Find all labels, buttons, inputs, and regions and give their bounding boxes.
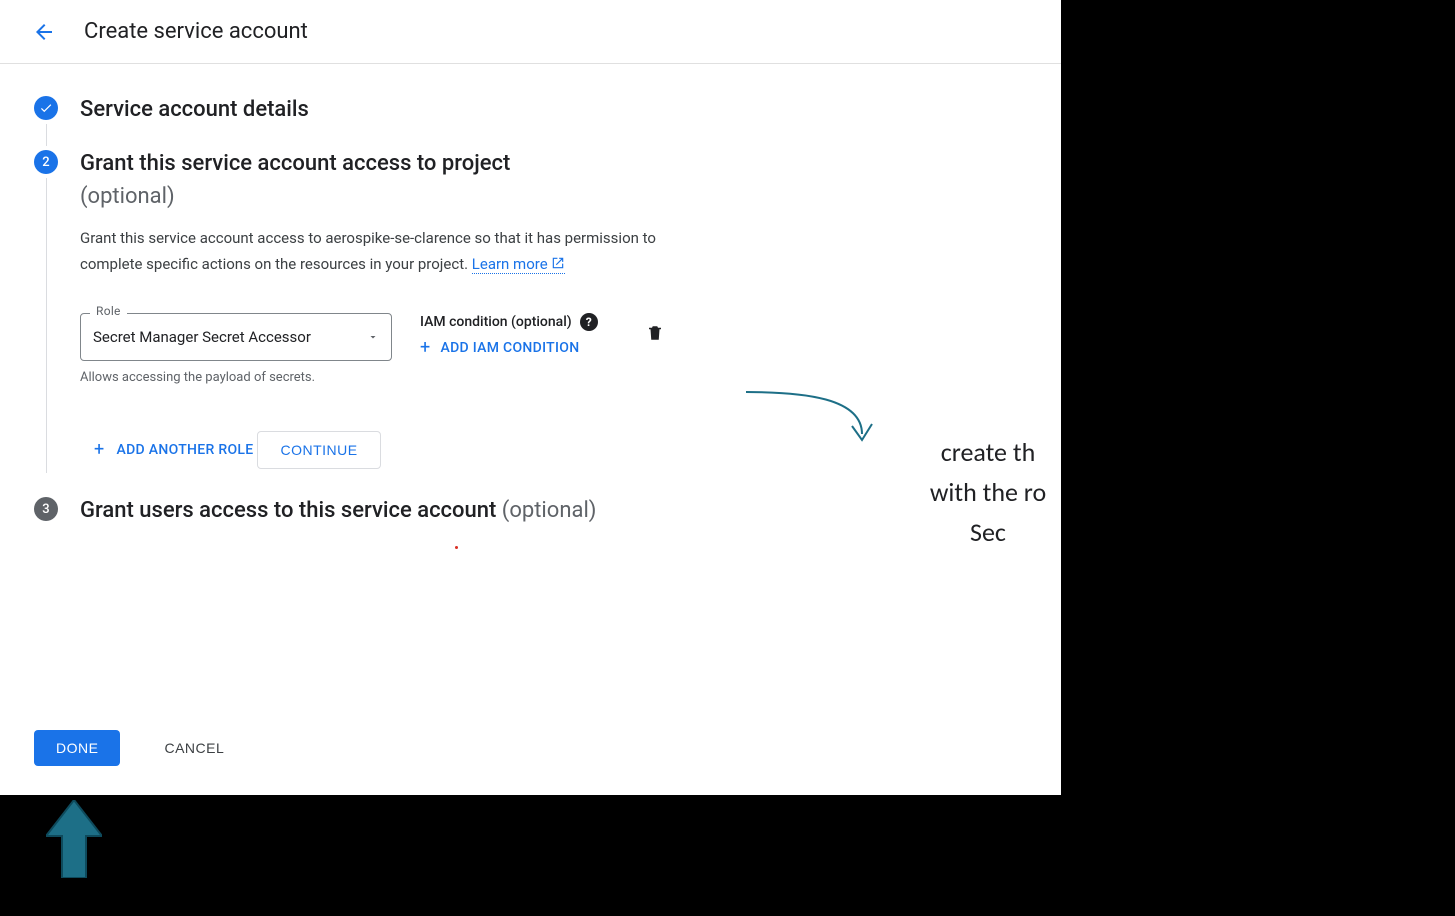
role-select[interactable]: Role Secret Manager Secret Accessor: [80, 313, 392, 361]
done-button[interactable]: DONE: [34, 730, 120, 766]
step-3-badge: 3: [34, 497, 58, 521]
step-2-title: Grant this service account access to pro…: [80, 150, 1027, 178]
step-3-grant-users-access[interactable]: 3 Grant users access to this service acc…: [34, 497, 1027, 533]
laser-pointer-dot: [455, 546, 458, 549]
chevron-down-icon: [367, 328, 379, 347]
continue-button[interactable]: CONTINUE: [257, 431, 380, 469]
step-2-optional-label: (optional): [80, 184, 1027, 209]
annotation-text: create th with the ro Sec: [908, 432, 1068, 552]
page-header: Create service account: [0, 0, 1061, 64]
step-3-title: Grant users access to this service accou…: [80, 497, 1027, 525]
cancel-button[interactable]: CANCEL: [164, 740, 224, 756]
plus-icon: +: [94, 441, 105, 459]
step-1-service-account-details[interactable]: Service account details: [34, 96, 1027, 150]
step-2-badge: 2: [34, 150, 58, 174]
step-2-description: Grant this service account access to aer…: [80, 225, 700, 277]
role-field-label: Role: [90, 304, 127, 318]
role-selected-value: Secret Manager Secret Accessor: [93, 328, 311, 346]
back-arrow-icon[interactable]: [24, 12, 64, 52]
presentation-black-bg-bottom: [0, 795, 1061, 916]
step-1-title: Service account details: [80, 96, 1027, 124]
learn-more-link[interactable]: Learn more: [472, 255, 565, 274]
help-icon[interactable]: ?: [580, 313, 598, 331]
annotation-up-arrow-icon: [46, 800, 102, 878]
page-title: Create service account: [84, 19, 308, 44]
step-1-complete-badge: [34, 96, 58, 120]
plus-icon: +: [420, 339, 431, 357]
role-helper-text: Allows accessing the payload of secrets.: [80, 369, 320, 387]
gcp-create-service-account-panel: Create service account Service account d…: [0, 0, 1061, 795]
add-another-role-button[interactable]: + ADD ANOTHER ROLE: [80, 441, 253, 459]
iam-condition-label: IAM condition (optional) ?: [420, 313, 598, 331]
add-iam-condition-button[interactable]: + ADD IAM CONDITION: [420, 339, 579, 357]
annotation-curved-arrow-icon: [744, 386, 884, 456]
presentation-black-bg-right: [1061, 0, 1455, 916]
delete-role-button[interactable]: [646, 323, 664, 347]
external-link-icon: [551, 256, 565, 270]
